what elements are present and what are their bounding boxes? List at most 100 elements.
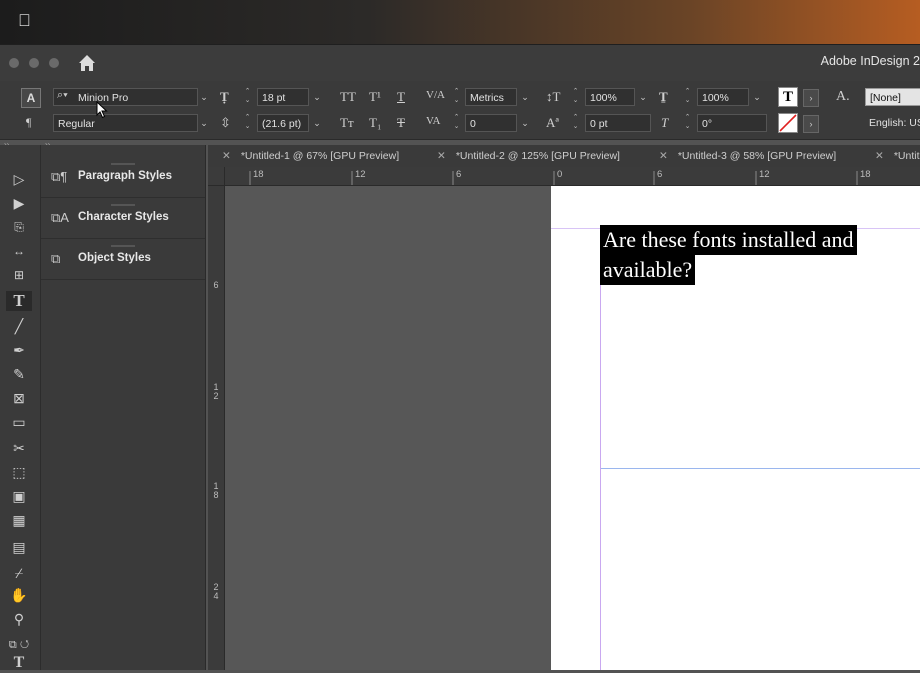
hand-tool-icon[interactable]: ✋ xyxy=(8,585,30,605)
tab-untitled-2[interactable]: ✕ *Untitled-2 @ 125% [GPU Preview] xyxy=(437,145,620,167)
ruler-label: 6 xyxy=(456,169,462,180)
zoom-tool-icon[interactable]: ⚲ xyxy=(8,609,30,629)
subscript-icon[interactable]: T₁ xyxy=(369,115,381,131)
close-tab-icon[interactable]: ✕ xyxy=(222,150,231,162)
text-frame[interactable]: Are these fonts installed and available? xyxy=(600,225,900,291)
content-collector-tool-icon[interactable]: ⊞ xyxy=(8,265,30,285)
kerning-field[interactable]: Metrics xyxy=(465,88,517,106)
skew-field[interactable]: 0° xyxy=(697,114,767,132)
strikethrough-icon[interactable]: T xyxy=(397,115,405,131)
skew-stepper[interactable]: ⌃ ⌄ xyxy=(682,113,693,133)
free-transform-tool-icon[interactable]: ⬚ xyxy=(8,462,30,482)
font-size-field[interactable]: 18 pt xyxy=(257,88,309,106)
page-tool-icon[interactable]: ⎘ xyxy=(8,217,30,237)
close-tab-icon[interactable]: ✕ xyxy=(875,150,884,162)
zoom-window-button[interactable] xyxy=(49,58,59,68)
control-panel: A ¶ Minion Pro ⌕▾ ⌄ Regular ⌄ Ṭ ⌃ ⌄ 18 pt… xyxy=(0,81,920,140)
paragraph-styles-label: Paragraph Styles xyxy=(78,170,172,182)
paragraph-formatting-mode-button[interactable]: ¶ xyxy=(26,115,31,130)
ruler-guide[interactable] xyxy=(601,468,920,469)
leading-value: (21.6 pt) xyxy=(262,118,302,130)
ruler-label: 12 xyxy=(355,169,366,180)
minimize-window-button[interactable] xyxy=(29,58,39,68)
close-window-button[interactable] xyxy=(9,58,19,68)
kerning-value: Metrics xyxy=(470,92,504,104)
note-tool-icon[interactable]: ▤ xyxy=(8,537,30,557)
vertical-ruler[interactable]: 6 1 2 1 8 2 4 xyxy=(208,185,225,670)
paragraph-styles-panel-tab[interactable]: ⧉¶ Paragraph Styles xyxy=(41,157,205,198)
font-size-dropdown[interactable]: ⌄ xyxy=(310,88,324,106)
tracking-dropdown[interactable]: ⌄ xyxy=(518,114,532,132)
formatting-affects-text-icon[interactable]: T xyxy=(8,653,30,673)
tracking-stepper[interactable]: ⌃ ⌄ xyxy=(451,113,462,133)
gradient-swatch-tool-icon[interactable]: ▣ xyxy=(8,486,30,506)
pencil-tool-icon[interactable]: ✎ xyxy=(8,364,30,384)
panel-grip xyxy=(111,245,135,247)
direct-selection-tool-icon[interactable]: ▶ xyxy=(8,193,30,213)
selected-text-line[interactable]: Are these fonts installed and xyxy=(600,225,857,255)
close-tab-icon[interactable]: ✕ xyxy=(659,150,668,162)
font-family-dropdown[interactable]: ⌄ xyxy=(197,88,211,106)
type-tool-icon[interactable]: T xyxy=(6,291,32,311)
leading-stepper[interactable]: ⌃ ⌄ xyxy=(242,113,253,133)
styles-panels-dock: ⧉¶ Paragraph Styles ⧉A Character Styles … xyxy=(41,145,206,670)
rectangle-frame-tool-icon[interactable]: ⊠ xyxy=(8,388,30,408)
eyedropper-tool-icon[interactable]: ⌿ xyxy=(8,563,30,583)
scissors-tool-icon[interactable]: ✂ xyxy=(8,438,30,458)
tab-untitled-1[interactable]: ✕ *Untitled-1 @ 67% [GPU Preview] xyxy=(222,145,399,167)
all-caps-icon[interactable]: TT xyxy=(340,89,356,105)
text-stroke-swatch[interactable] xyxy=(778,113,798,133)
line-tool-icon[interactable]: ╱ xyxy=(8,316,30,336)
gap-tool-icon[interactable]: ↔ xyxy=(8,241,30,261)
horizontal-scale-field[interactable]: 100% xyxy=(697,88,749,106)
font-family-field[interactable]: Minion Pro xyxy=(53,88,198,106)
text-fill-swatch[interactable]: T xyxy=(778,87,798,107)
vertical-scale-icon: ↕T xyxy=(546,89,561,104)
font-style-dropdown[interactable]: ⌄ xyxy=(197,114,211,132)
skew-icon: T xyxy=(661,115,669,130)
gradient-feather-tool-icon[interactable]: ▦ xyxy=(8,510,30,530)
vertical-scale-field[interactable]: 100% xyxy=(585,88,635,106)
ruler-label: 1 8 xyxy=(213,481,219,500)
baseline-shift-field[interactable]: 0 pt xyxy=(585,114,651,132)
kerning-dropdown[interactable]: ⌄ xyxy=(518,88,532,106)
swap-fill-stroke-icon[interactable]: ⧉ ↺ xyxy=(8,635,30,655)
object-styles-label: Object Styles xyxy=(78,252,151,264)
horizontal-scale-dropdown[interactable]: ⌄ xyxy=(750,88,764,106)
ruler-label: 1 2 xyxy=(213,382,219,401)
underline-icon[interactable]: T xyxy=(397,89,405,105)
tab-untitled-4[interactable]: ✕ *Untit xyxy=(875,145,920,167)
selection-tool-icon[interactable]: ▷ xyxy=(8,169,30,189)
document-tabs: ✕ *Untitled-1 @ 67% [GPU Preview] ✕ *Untit… xyxy=(208,145,920,167)
tracking-field[interactable]: 0 xyxy=(465,114,517,132)
leading-field[interactable]: (21.6 pt) xyxy=(257,114,309,132)
baseline-shift-stepper[interactable]: ⌃ ⌄ xyxy=(570,113,581,133)
home-icon[interactable] xyxy=(77,53,97,73)
language-field[interactable]: English: US xyxy=(865,114,920,132)
ruler-origin[interactable] xyxy=(208,167,225,186)
pen-tool-icon[interactable]: ✒ xyxy=(8,340,30,360)
horizontal-scale-stepper[interactable]: ⌃ ⌄ xyxy=(682,87,693,107)
rectangle-tool-icon[interactable]: ▭ xyxy=(8,412,30,432)
mouse-pointer-icon xyxy=(96,101,108,119)
character-style-field[interactable]: [None] xyxy=(865,88,920,106)
object-styles-panel-tab[interactable]: ⧉ Object Styles xyxy=(41,239,205,280)
skew-value: 0° xyxy=(702,118,713,130)
fill-swatch-menu-button[interactable]: › xyxy=(803,89,819,107)
tab-untitled-3[interactable]: ✕ *Untitled-3 @ 58% [GPU Preview] xyxy=(659,145,836,167)
vertical-scale-dropdown[interactable]: ⌄ xyxy=(636,88,650,106)
leading-dropdown[interactable]: ⌄ xyxy=(310,114,324,132)
stroke-swatch-menu-button[interactable]: › xyxy=(803,115,819,133)
character-formatting-mode-button[interactable]: A xyxy=(21,88,41,108)
font-style-field[interactable]: Regular xyxy=(53,114,198,132)
font-size-stepper[interactable]: ⌃ ⌄ xyxy=(242,87,253,107)
kerning-stepper[interactable]: ⌃ ⌄ xyxy=(451,87,462,107)
small-caps-icon[interactable]: Tт xyxy=(340,115,354,131)
horizontal-ruler[interactable]: 18 12 6 0 6 12 18 xyxy=(208,167,920,186)
close-tab-icon[interactable]: ✕ xyxy=(437,150,446,162)
apple-menu-icon[interactable]:  xyxy=(18,11,31,31)
character-styles-panel-tab[interactable]: ⧉A Character Styles xyxy=(41,198,205,239)
vertical-scale-stepper[interactable]: ⌃ ⌄ xyxy=(570,87,581,107)
selected-text-line[interactable]: available? xyxy=(600,255,696,285)
superscript-icon[interactable]: T¹ xyxy=(369,89,381,105)
